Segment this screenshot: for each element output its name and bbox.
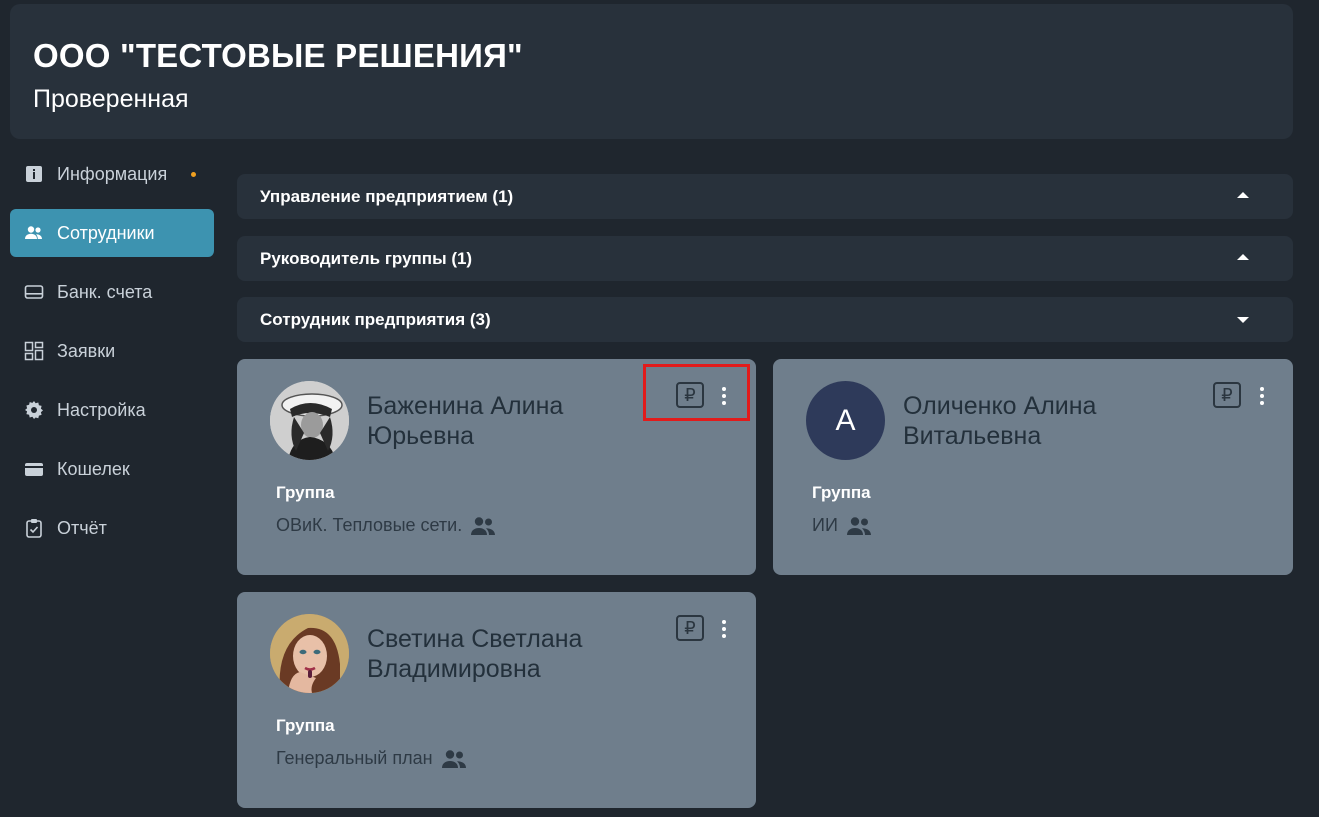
sidebar-item-label: Заявки: [57, 340, 116, 361]
chevron-up-icon: [1237, 254, 1249, 260]
employee-name: Оличенко Алина Витальевна: [903, 392, 1097, 450]
sidebar-item-label: Кошелек: [57, 458, 130, 479]
section-group-leader[interactable]: Руководитель группы (1): [237, 236, 1293, 281]
highlight-box: [643, 364, 750, 421]
employee-name: Баженина Алина Юрьевна: [367, 392, 564, 450]
more-options-button[interactable]: [1255, 384, 1269, 408]
avatar: А: [806, 381, 885, 460]
chevron-down-icon: [1237, 317, 1249, 323]
group-name: ИИ: [812, 515, 838, 535]
chevron-up-icon: [1237, 192, 1249, 198]
company-header: ООО "ТЕСТОВЫЕ РЕШЕНИЯ" Проверенная: [10, 4, 1293, 139]
sidebar-item-label: Настройка: [57, 399, 146, 420]
users-icon: [441, 749, 466, 768]
avatar: [270, 614, 349, 693]
ruble-button[interactable]: ₽: [676, 615, 704, 641]
section-employee[interactable]: Сотрудник предприятия (3): [237, 297, 1293, 342]
avatar: [270, 381, 349, 460]
section-title: Руководитель группы (1): [260, 249, 473, 268]
gear-icon: [24, 400, 44, 420]
section-title: Сотрудник предприятия (3): [260, 310, 491, 329]
notification-dot: [191, 171, 197, 177]
grid-icon: [24, 341, 44, 361]
company-status: Проверенная: [33, 85, 189, 113]
group-label: Группа: [812, 483, 871, 502]
company-title: ООО "ТЕСТОВЫЕ РЕШЕНИЯ": [33, 37, 523, 74]
sidebar-nav: Информация Сотрудники Банк. счета Заявки…: [10, 150, 214, 563]
clipboard-icon: [24, 518, 44, 538]
users-icon: [471, 516, 496, 535]
sidebar-item-bank-accounts[interactable]: Банк. счета: [10, 268, 214, 316]
group-name: Генеральный план: [276, 748, 433, 768]
group-label: Группа: [276, 483, 335, 502]
sidebar-item-label: Информация: [57, 163, 168, 184]
more-options-button[interactable]: [717, 617, 731, 641]
sidebar-item-employees[interactable]: Сотрудники: [10, 209, 214, 257]
sidebar-item-label: Банк. счета: [57, 281, 153, 302]
sidebar-item-settings[interactable]: Настройка: [10, 386, 214, 434]
wallet-icon: [24, 459, 44, 479]
group-value: ИИ: [812, 515, 872, 536]
group-name: ОВиК. Тепловые сети.: [276, 515, 463, 535]
group-value: Генеральный план: [276, 748, 467, 769]
sidebar-item-info[interactable]: Информация: [10, 150, 214, 198]
users-icon: [24, 223, 44, 243]
card-icon: [24, 282, 44, 302]
sidebar-item-report[interactable]: Отчёт: [10, 504, 214, 552]
employee-card[interactable]: А Оличенко Алина Витальевна ₽ Группа ИИ: [773, 359, 1293, 575]
employee-card[interactable]: Светина Светлана Владимировна ₽ Группа Г…: [237, 592, 756, 808]
users-icon: [846, 516, 871, 535]
section-management[interactable]: Управление предприятием (1): [237, 174, 1293, 219]
group-value: ОВиК. Тепловые сети.: [276, 515, 496, 536]
ruble-button[interactable]: ₽: [1213, 382, 1241, 408]
group-label: Группа: [276, 716, 335, 735]
section-title: Управление предприятием (1): [260, 187, 514, 206]
employee-name: Светина Светлана Владимировна: [367, 625, 583, 683]
sidebar-item-wallet[interactable]: Кошелек: [10, 445, 214, 493]
info-icon: [24, 164, 44, 184]
sidebar-item-label: Отчёт: [57, 517, 107, 538]
sidebar-item-label: Сотрудники: [57, 222, 155, 243]
sidebar-item-requests[interactable]: Заявки: [10, 327, 214, 375]
